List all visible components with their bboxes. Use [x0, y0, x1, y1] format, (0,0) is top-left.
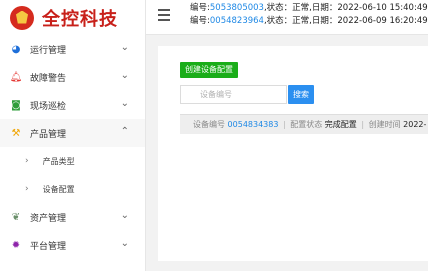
notice-detail: ,状态：正常,日期：2022-06-09 16:20:49: [263, 16, 428, 26]
chevron-down-icon: ⌄: [120, 42, 129, 53]
divider: |: [283, 120, 286, 129]
create-device-config-button[interactable]: 创建设备配置: [180, 62, 238, 78]
leaf-icon: ❦: [11, 211, 21, 223]
device-number-label: 设备编号: [193, 120, 225, 129]
create-time-label: 创建时间: [368, 120, 401, 129]
sidebar-subitem-label: 设备配置: [42, 184, 75, 194]
brand-title: 全控科技: [42, 8, 118, 30]
notice-line: 编号:0054823964,状态：正常,日期：2022-06-09 16:20:…: [190, 15, 428, 28]
hammer-icon: ⚒︎: [11, 127, 21, 139]
sidebar-item-products[interactable]: ⚒︎ 产品管理 ⌃: [0, 119, 145, 147]
sidebar-item-platform[interactable]: ✹ 平台管理 ⌄: [0, 231, 145, 259]
top-header: 编号:5053805003,状态：正常,日期：2022-06-10 15:40:…: [146, 0, 428, 35]
sidebar-item-alarms[interactable]: 🔔︎ 故障警告 ⌄: [0, 63, 145, 91]
logo-badge-icon: [10, 5, 34, 30]
chevron-up-icon: ⌃: [120, 126, 129, 137]
sidebar-item-label: 运行管理: [30, 45, 67, 56]
sidebar-subitem-product-types[interactable]: › 产品类型: [0, 147, 145, 175]
sidebar-item-label: 现场巡检: [30, 101, 67, 112]
sidebar-item-inspection[interactable]: ◙ 现场巡检 ⌄: [0, 91, 145, 119]
notice-code-link[interactable]: 0054823964: [210, 16, 264, 26]
sidebar-item-operations[interactable]: ◕ 运行管理 ⌄: [0, 35, 145, 63]
chevron-right-icon: ›: [25, 156, 29, 166]
notice-prefix: 编号:: [190, 16, 210, 26]
config-status-label: 配置状态: [290, 120, 323, 129]
divider: |: [361, 120, 365, 129]
chevron-right-icon: ›: [25, 184, 29, 194]
device-number-search-input[interactable]: 设备编号: [180, 85, 287, 104]
logo[interactable]: 全控科技: [0, 0, 145, 35]
sidebar-item-label: 故障警告: [30, 73, 67, 84]
main-content: 创建设备配置 设备编号 搜索 设备编号 0054834383 | 配置状态 完成…: [158, 46, 428, 261]
camera-icon: ◙: [11, 99, 21, 111]
config-status-value: 完成配置: [324, 120, 357, 129]
device-number-value[interactable]: 0054834383: [228, 120, 279, 129]
sidebar-item-label: 平台管理: [30, 241, 67, 252]
chevron-down-icon: ⌄: [120, 238, 129, 249]
create-time-value: 2022-: [403, 120, 427, 129]
notice-ticker: 编号:5053805003,状态：正常,日期：2022-06-10 15:40:…: [190, 2, 428, 28]
chevron-down-icon: ⌄: [120, 70, 129, 81]
notice-line: 编号:5053805003,状态：正常,日期：2022-06-10 15:40:…: [190, 2, 428, 15]
result-row[interactable]: 设备编号 0054834383 | 配置状态 完成配置 | 创建时间 2022-: [180, 114, 428, 134]
chevron-down-icon: ⌄: [120, 210, 129, 221]
sidebar-subitem-device-config[interactable]: › 设备配置: [0, 175, 145, 203]
sidebar-item-label: 资产管理: [30, 213, 67, 224]
bell-icon: 🔔︎: [9, 71, 23, 83]
sidebar-menu: ◕ 运行管理 ⌄ 🔔︎ 故障警告 ⌄ ◙ 现场巡检 ⌄ ⚒︎ 产品管理 ⌃ ›: [0, 35, 145, 259]
app: 全控科技 ◕ 运行管理 ⌄ 🔔︎ 故障警告 ⌄ ◙ 现场巡检 ⌄ ⚒︎ 产品管理…: [0, 0, 428, 271]
gear-icon: ✹: [11, 239, 21, 251]
chevron-down-icon: ⌄: [120, 98, 129, 109]
dashboard-icon: ◕: [11, 43, 21, 55]
sidebar: 全控科技 ◕ 运行管理 ⌄ 🔔︎ 故障警告 ⌄ ◙ 现场巡检 ⌄ ⚒︎ 产品管理…: [0, 0, 146, 271]
search-button[interactable]: 搜索: [288, 85, 314, 104]
menu-toggle-icon[interactable]: [158, 9, 170, 21]
notice-code-link[interactable]: 5053805003: [210, 3, 264, 13]
notice-detail: ,状态：正常,日期：2022-06-10 15:40:49: [263, 3, 428, 13]
sidebar-item-assets[interactable]: ❦ 资产管理 ⌄: [0, 203, 145, 231]
notice-prefix: 编号:: [190, 3, 210, 13]
sidebar-item-label: 产品管理: [30, 129, 67, 140]
sidebar-subitem-label: 产品类型: [42, 156, 75, 166]
